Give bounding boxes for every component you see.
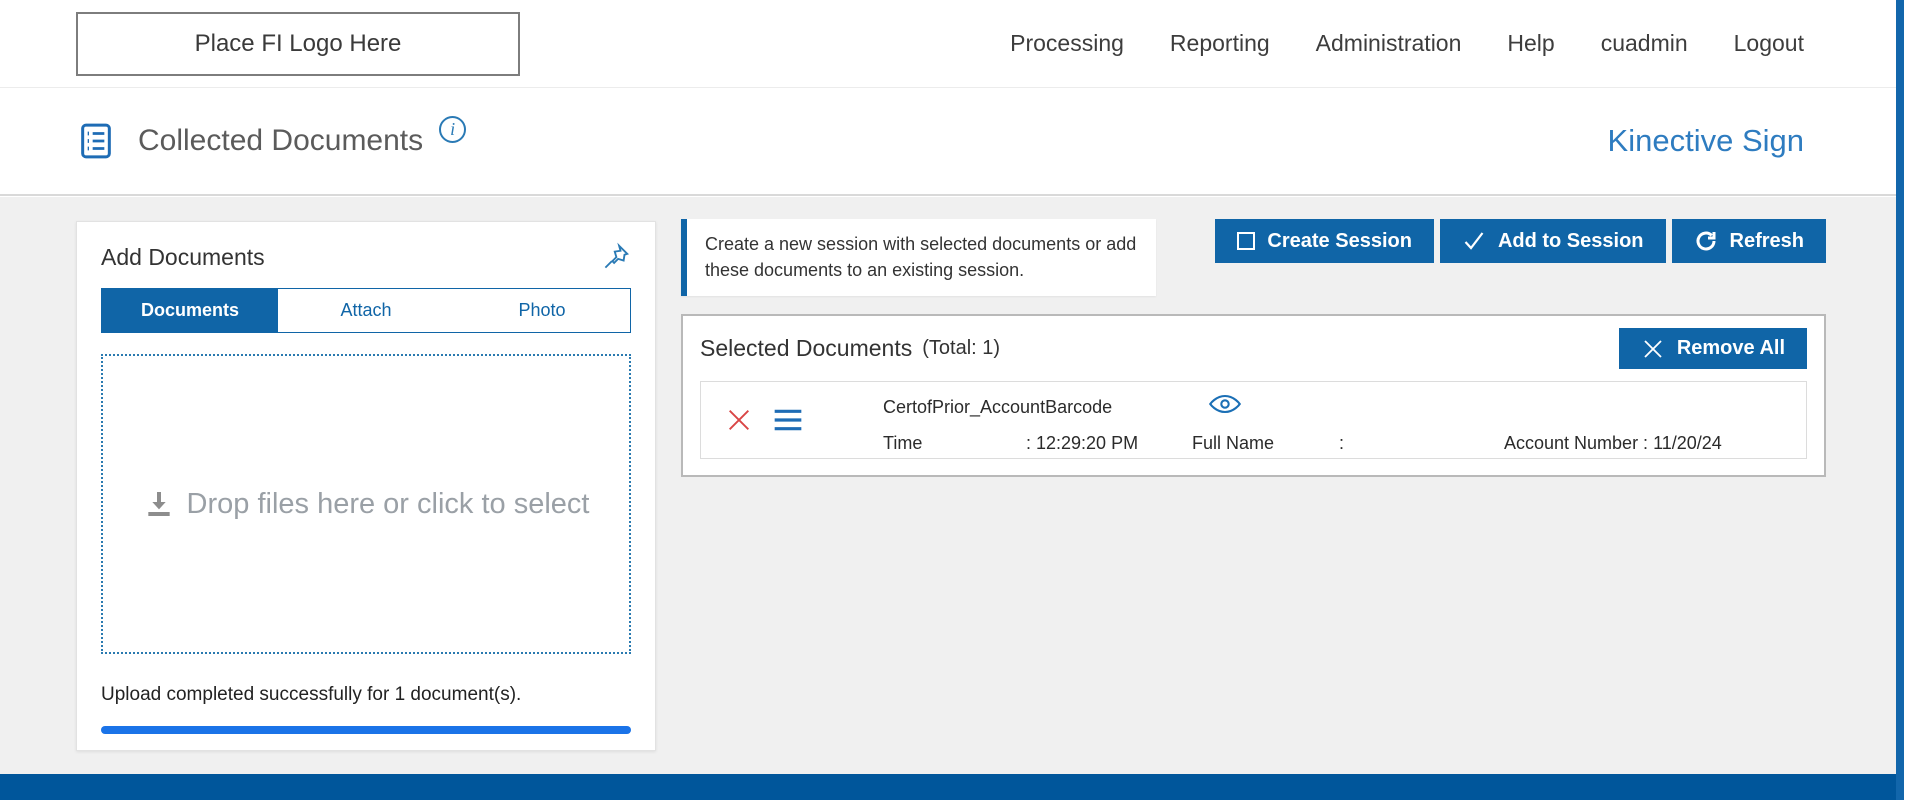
- nav-processing[interactable]: Processing: [1010, 30, 1124, 57]
- document-row-content: CertofPrior_AccountBarcode Time : 12:29:…: [805, 382, 1806, 458]
- full-name-value: :: [1339, 433, 1345, 453]
- nav-user-cuadmin[interactable]: cuadmin: [1601, 30, 1688, 57]
- create-session-label: Create Session: [1267, 229, 1412, 252]
- session-actions: Create Session Add to Session Refresh: [1215, 219, 1826, 263]
- download-icon: [143, 488, 175, 520]
- app: Place FI Logo Here Processing Reporting …: [0, 0, 1920, 800]
- full-name-label: Full Name: [1192, 433, 1275, 453]
- tab-photo[interactable]: Photo: [454, 289, 630, 332]
- collected-documents-icon: [76, 121, 116, 161]
- account-number-text: Account Number : 11/20/24: [1504, 433, 1722, 453]
- add-to-session-label: Add to Session: [1497, 229, 1644, 252]
- drag-handle-icon[interactable]: [771, 408, 805, 432]
- main-nav: Processing Reporting Administration Help…: [1010, 30, 1804, 57]
- document-name: CertofPrior_AccountBarcode: [883, 397, 1113, 417]
- file-dropzone[interactable]: Drop files here or click to select: [101, 354, 631, 654]
- info-icon[interactable]: i: [439, 115, 467, 143]
- dropzone-text: Drop files here or click to select: [186, 487, 590, 520]
- session-info-message-box: Create a new session with selected docum…: [681, 219, 1156, 296]
- refresh-button[interactable]: Refresh: [1671, 219, 1826, 263]
- nav-help[interactable]: Help: [1507, 30, 1554, 57]
- main-content: Add Documents Documents Attach Photo Dro…: [0, 197, 1896, 774]
- nav-administration[interactable]: Administration: [1316, 30, 1462, 57]
- brand-kinective-sign: Kinective Sign: [1607, 123, 1804, 158]
- selected-documents-panel: Selected Documents (Total: 1) Remove All: [681, 314, 1826, 477]
- refresh-label: Refresh: [1729, 229, 1804, 252]
- upload-progress-bar: [101, 726, 631, 734]
- upload-status-text: Upload completed successfully for 1 docu…: [101, 684, 522, 705]
- time-value: : 12:29:20 PM: [1026, 433, 1139, 453]
- add-documents-tabs: Documents Attach Photo: [101, 288, 631, 333]
- tab-attach[interactable]: Attach: [278, 289, 454, 332]
- selected-documents-title: Selected Documents: [700, 335, 913, 361]
- remove-all-label: Remove All: [1676, 337, 1785, 359]
- session-column: Create a new session with selected docum…: [681, 219, 1826, 477]
- scrollbar-thumb[interactable]: [1896, 0, 1904, 800]
- scrollbar-track: [1896, 0, 1920, 800]
- refresh-icon: [1694, 229, 1718, 253]
- fi-logo-text: Place FI Logo Here: [194, 29, 402, 57]
- create-session-button[interactable]: Create Session: [1215, 219, 1434, 263]
- close-icon: [1641, 337, 1665, 361]
- nav-reporting[interactable]: Reporting: [1170, 30, 1270, 57]
- add-to-session-button[interactable]: Add to Session: [1439, 219, 1666, 263]
- page-title: Collected Documents: [138, 124, 424, 157]
- top-bar: Place FI Logo Here Processing Reporting …: [0, 0, 1920, 88]
- time-label: Time: [883, 433, 923, 453]
- document-row: CertofPrior_AccountBarcode Time : 12:29:…: [700, 381, 1807, 459]
- add-documents-title: Add Documents: [101, 243, 265, 270]
- preview-eye-icon[interactable]: [1208, 393, 1242, 415]
- square-icon: [1237, 232, 1256, 250]
- selected-documents-total: (Total: 1): [922, 337, 1001, 359]
- check-icon: [1462, 229, 1486, 253]
- page-header: Collected Documents i Kinective Sign: [0, 88, 1920, 196]
- delete-document-icon[interactable]: [725, 406, 753, 434]
- session-info-message: Create a new session with selected docum…: [705, 234, 1137, 281]
- pin-icon[interactable]: [601, 242, 631, 272]
- fi-logo-placeholder: Place FI Logo Here: [76, 11, 520, 76]
- remove-all-button[interactable]: Remove All: [1618, 328, 1807, 369]
- tab-documents[interactable]: Documents: [102, 289, 278, 332]
- add-documents-card: Add Documents Documents Attach Photo Dro…: [76, 221, 656, 751]
- nav-logout[interactable]: Logout: [1734, 30, 1804, 57]
- footer-bar: [0, 774, 1896, 800]
